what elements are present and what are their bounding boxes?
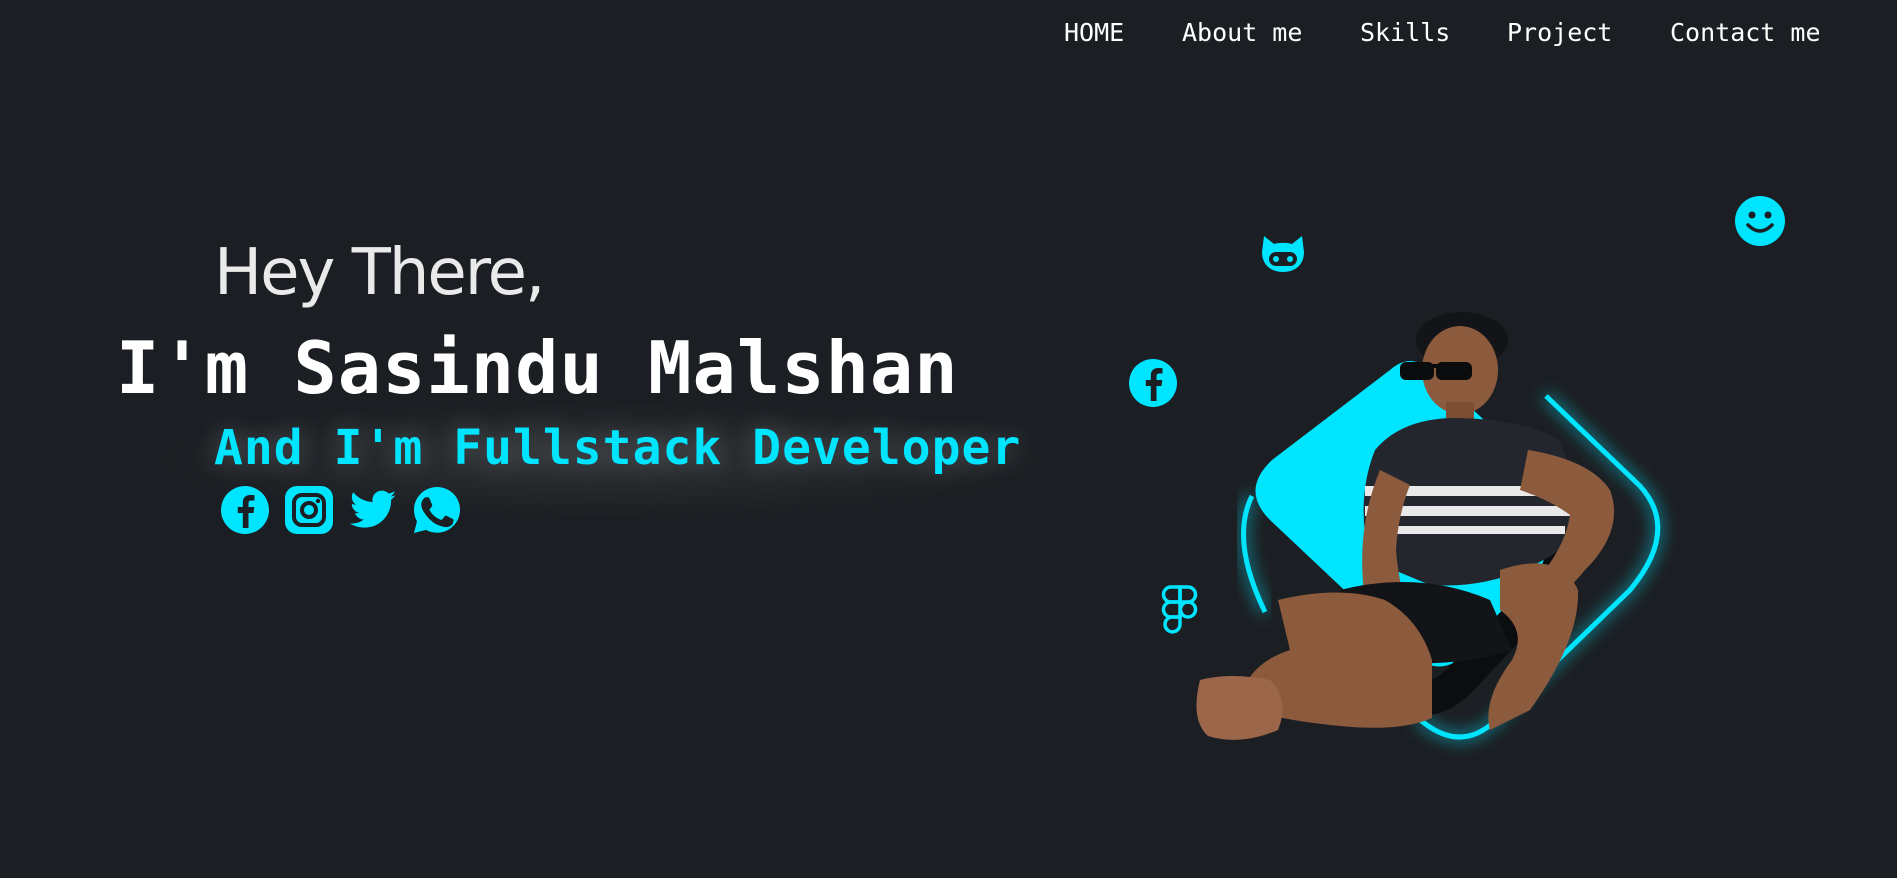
- hero-role: And I'm Fullstack Developer: [214, 420, 1022, 476]
- profile-photo: [1196, 312, 1661, 740]
- hero-illustration: [1160, 300, 1720, 780]
- nav-home[interactable]: HOME: [1064, 18, 1124, 47]
- twitter-icon[interactable]: [348, 485, 398, 535]
- smiley-icon: [1734, 195, 1786, 251]
- nav-skills[interactable]: Skills: [1360, 18, 1450, 47]
- top-nav: HOME About me Skills Project Contact me: [0, 14, 1897, 54]
- facebook-icon[interactable]: [220, 485, 270, 535]
- hero-name: I'm Sasindu Malshan: [116, 326, 959, 410]
- instagram-icon[interactable]: [284, 485, 334, 535]
- hero-greeting: Hey There,: [214, 236, 545, 310]
- nav-project[interactable]: Project: [1507, 18, 1612, 47]
- github-icon: [1258, 232, 1308, 278]
- nav-contact-me[interactable]: Contact me: [1670, 18, 1821, 47]
- whatsapp-icon[interactable]: [412, 485, 462, 535]
- nav-about-me[interactable]: About me: [1182, 18, 1302, 47]
